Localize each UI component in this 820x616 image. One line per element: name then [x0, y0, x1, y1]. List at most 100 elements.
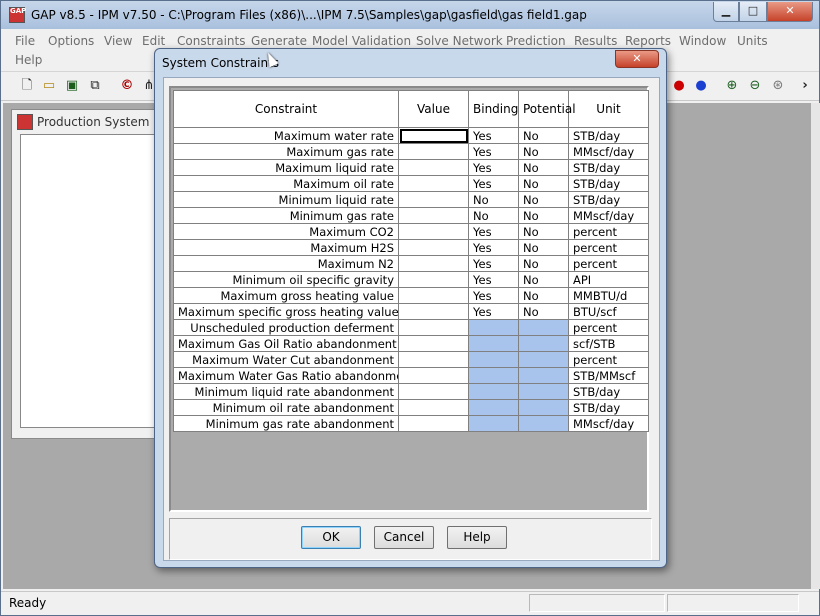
potential-cell[interactable]: No [518, 207, 569, 224]
minimize-button[interactable]: ▁ [713, 2, 739, 22]
value-cell[interactable] [398, 319, 469, 336]
help-button[interactable]: Help [447, 526, 507, 549]
value-cell[interactable] [398, 415, 469, 432]
menu-options[interactable]: Options [48, 34, 94, 48]
production-system-window[interactable]: Production System [11, 109, 162, 439]
potential-cell[interactable]: No [518, 303, 569, 320]
value-cell[interactable] [398, 271, 469, 288]
value-cell[interactable] [398, 207, 469, 224]
value-cell[interactable] [398, 191, 469, 208]
value-cell[interactable] [398, 351, 469, 368]
potential-cell[interactable]: No [518, 271, 569, 288]
blue-circle-icon[interactable]: ● [691, 76, 711, 96]
unit-cell[interactable]: API [568, 271, 649, 288]
potential-cell[interactable]: No [518, 191, 569, 208]
menu-view[interactable]: View [104, 34, 132, 48]
dialog-close-button[interactable]: ✕ [615, 50, 659, 68]
potential-cell[interactable]: No [518, 143, 569, 160]
unit-cell[interactable]: percent [568, 351, 649, 368]
potential-cell[interactable]: No [518, 175, 569, 192]
unit-cell[interactable]: MMscf/day [568, 207, 649, 224]
value-cell[interactable] [398, 239, 469, 256]
zoom-reset-icon[interactable]: ⊛ [768, 76, 788, 96]
value-cell[interactable] [398, 383, 469, 400]
copy-window-icon[interactable]: ⧉ [85, 76, 105, 96]
menu-prediction[interactable]: Prediction [506, 34, 566, 48]
binding-cell[interactable]: Yes [468, 287, 519, 304]
menu-results[interactable]: Results [574, 34, 617, 48]
binding-cell[interactable]: Yes [468, 239, 519, 256]
unit-cell[interactable]: STB/day [568, 399, 649, 416]
menu-window[interactable]: Window [679, 34, 726, 48]
unit-cell[interactable]: STB/day [568, 175, 649, 192]
production-system-canvas[interactable] [20, 134, 162, 428]
potential-cell[interactable]: No [518, 255, 569, 272]
unit-cell[interactable]: STB/day [568, 383, 649, 400]
unit-cell[interactable]: STB/day [568, 127, 649, 144]
unit-cell[interactable]: percent [568, 239, 649, 256]
value-cell[interactable] [398, 127, 469, 144]
potential-cell[interactable]: No [518, 127, 569, 144]
value-cell[interactable] [398, 367, 469, 384]
binding-cell[interactable]: Yes [468, 223, 519, 240]
unit-cell[interactable]: STB/day [568, 159, 649, 176]
unit-cell[interactable]: STB/MMscf [568, 367, 649, 384]
unit-cell[interactable]: MMscf/day [568, 415, 649, 432]
colors-icon[interactable]: ● [669, 76, 689, 96]
unit-cell[interactable]: MMscf/day [568, 143, 649, 160]
maximize-button[interactable]: □ [739, 2, 767, 22]
app-icon[interactable]: GAP [9, 7, 26, 23]
zoom-in-icon[interactable]: ⊕ [722, 76, 742, 96]
menu-model-validation[interactable]: Model Validation [312, 34, 411, 48]
chevron-right-icon[interactable]: › [795, 76, 815, 96]
cancel-button[interactable]: Cancel [374, 526, 434, 549]
constraint-name: Maximum CO2 [173, 223, 399, 240]
menu-constraints[interactable]: Constraints [177, 34, 245, 48]
binding-cell[interactable]: No [468, 191, 519, 208]
copyright-icon[interactable]: © [117, 76, 137, 96]
system-constraints-dialog: System Constraints ✕ Constraint Value Bind… [154, 48, 667, 568]
menu-generate[interactable]: Generate [251, 34, 307, 48]
binding-cell[interactable]: Yes [468, 175, 519, 192]
value-cell[interactable] [398, 159, 469, 176]
value-cell[interactable] [398, 287, 469, 304]
value-cell[interactable] [398, 399, 469, 416]
unit-cell[interactable]: BTU/scf [568, 303, 649, 320]
menu-solve-network[interactable]: Solve Network [416, 34, 503, 48]
unit-cell[interactable]: percent [568, 223, 649, 240]
value-cell[interactable] [398, 143, 469, 160]
zoom-out-icon[interactable]: ⊖ [745, 76, 765, 96]
unit-cell[interactable]: scf/STB [568, 335, 649, 352]
unit-cell[interactable]: MMBTU/d [568, 287, 649, 304]
open-folder-icon[interactable]: ▭ [39, 76, 59, 96]
binding-cell[interactable]: Yes [468, 159, 519, 176]
potential-cell[interactable]: No [518, 287, 569, 304]
value-cell[interactable] [398, 223, 469, 240]
potential-cell[interactable]: No [518, 159, 569, 176]
menu-help[interactable]: Help [15, 53, 42, 67]
binding-cell[interactable]: Yes [468, 303, 519, 320]
binding-cell[interactable]: Yes [468, 127, 519, 144]
binding-cell[interactable]: Yes [468, 143, 519, 160]
menu-file[interactable]: File [15, 34, 35, 48]
unit-cell[interactable]: STB/day [568, 191, 649, 208]
menu-edit[interactable]: Edit [142, 34, 165, 48]
unit-cell[interactable]: percent [568, 255, 649, 272]
binding-cell[interactable]: Yes [468, 255, 519, 272]
value-cell[interactable] [398, 303, 469, 320]
close-button[interactable]: ✕ [767, 2, 813, 22]
binding-cell[interactable]: No [468, 207, 519, 224]
menu-reports[interactable]: Reports [625, 34, 671, 48]
value-cell[interactable] [398, 255, 469, 272]
value-cell[interactable] [398, 335, 469, 352]
unit-cell[interactable]: percent [568, 319, 649, 336]
save-icon[interactable]: ▣ [62, 76, 82, 96]
ok-button[interactable]: OK [301, 526, 361, 549]
vertical-scrollbar[interactable] [811, 103, 820, 589]
menu-units[interactable]: Units [737, 34, 768, 48]
potential-cell[interactable]: No [518, 239, 569, 256]
binding-cell[interactable]: Yes [468, 271, 519, 288]
potential-cell[interactable]: No [518, 223, 569, 240]
new-file-icon[interactable]: 🗋 [17, 76, 37, 96]
value-cell[interactable] [398, 175, 469, 192]
